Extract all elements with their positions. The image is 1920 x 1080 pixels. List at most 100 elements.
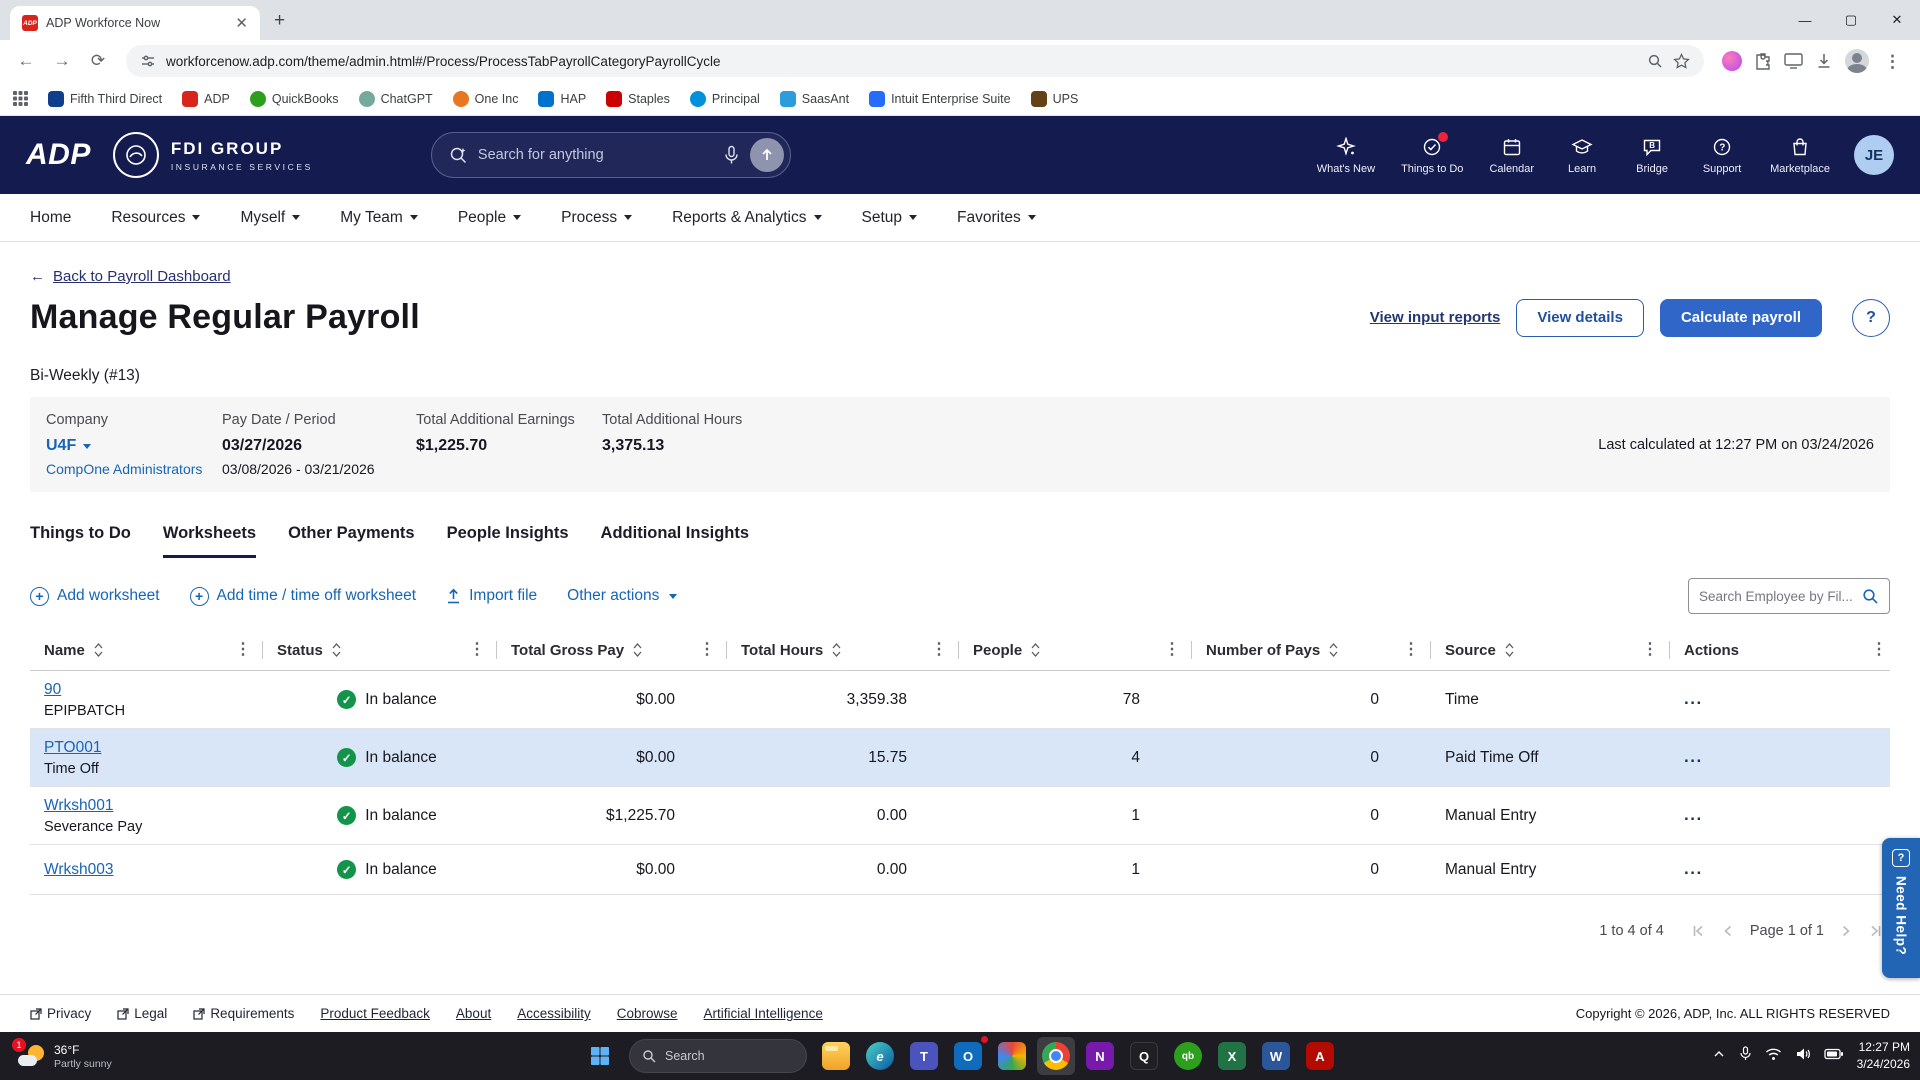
bookmark-chatgpt[interactable]: ChatGPT: [350, 88, 442, 110]
marketplace-button[interactable]: Marketplace: [1770, 136, 1830, 175]
column-menu-icon[interactable]: ⋮: [928, 642, 950, 658]
extensions-puzzle-icon[interactable]: [1754, 52, 1772, 70]
worksheet-link[interactable]: 90: [44, 681, 61, 699]
address-bar[interactable]: workforcenow.adp.com/theme/admin.html#/P…: [126, 45, 1704, 77]
column-menu-icon[interactable]: ⋮: [1161, 642, 1183, 658]
nav-my-team[interactable]: My Team: [340, 209, 418, 227]
calculate-payroll-button[interactable]: Calculate payroll: [1660, 299, 1822, 337]
site-info-icon[interactable]: [140, 53, 156, 69]
search-icon[interactable]: [1862, 588, 1879, 605]
chrome-button[interactable]: [1037, 1037, 1075, 1075]
employee-search-input[interactable]: [1699, 589, 1854, 604]
acrobat-button[interactable]: A: [1301, 1037, 1339, 1075]
nav-home[interactable]: Home: [30, 209, 71, 227]
row-actions-icon[interactable]: ...: [1684, 754, 1890, 761]
support-button[interactable]: ? Support: [1700, 136, 1744, 175]
window-maximize-button[interactable]: ▢: [1828, 0, 1874, 40]
microphone-icon[interactable]: [723, 145, 740, 165]
nav-resources[interactable]: Resources: [111, 209, 200, 227]
nav-favorites[interactable]: Favorites: [957, 209, 1036, 227]
row-actions-icon[interactable]: ...: [1684, 812, 1890, 819]
new-tab-button[interactable]: +: [274, 11, 285, 30]
previous-page-icon[interactable]: [1720, 923, 1736, 939]
wifi-icon[interactable]: [1765, 1047, 1782, 1066]
outlook-button[interactable]: O: [949, 1037, 987, 1075]
browser-tab[interactable]: ADP ADP Workforce Now ✕: [10, 6, 260, 40]
bookmark-hap[interactable]: HAP: [529, 88, 595, 110]
sort-icon[interactable]: [1328, 642, 1339, 658]
column-header-source[interactable]: Source ⋮: [1431, 630, 1670, 670]
bookmark-saasant[interactable]: SaasAnt: [771, 88, 858, 110]
tab-people-insights[interactable]: People Insights: [447, 524, 569, 558]
back-to-payroll-dashboard-link[interactable]: ← Back to Payroll Dashboard: [30, 268, 231, 285]
other-actions-button[interactable]: Other actions: [567, 587, 677, 605]
column-header-name[interactable]: Name ⋮: [30, 630, 263, 670]
bookmark-fifth-third[interactable]: Fifth Third Direct: [39, 88, 171, 110]
word-button[interactable]: W: [1257, 1037, 1295, 1075]
worksheet-link[interactable]: PTO001: [44, 739, 101, 757]
add-time-worksheet-button[interactable]: +Add time / time off worksheet: [190, 587, 417, 606]
reload-icon[interactable]: ⟳: [82, 45, 114, 77]
start-button[interactable]: [581, 1037, 619, 1075]
sort-icon[interactable]: [331, 642, 342, 658]
back-icon[interactable]: ←: [10, 45, 42, 77]
column-header-people[interactable]: People ⋮: [959, 630, 1192, 670]
column-menu-icon[interactable]: ⋮: [696, 642, 718, 658]
column-header-total-gross-pay[interactable]: Total Gross Pay ⋮: [497, 630, 727, 670]
browser-profile-icon[interactable]: [1845, 49, 1869, 73]
sort-icon[interactable]: [632, 642, 643, 658]
nav-setup[interactable]: Setup: [862, 209, 918, 227]
bookmark-one-inc[interactable]: One Inc: [444, 88, 528, 110]
photos-button[interactable]: [993, 1037, 1031, 1075]
footer-privacy-link[interactable]: Privacy: [30, 1006, 91, 1021]
send-to-device-icon[interactable]: [1784, 53, 1803, 69]
edge-button[interactable]: e: [861, 1037, 899, 1075]
footer-about-link[interactable]: About: [456, 1006, 491, 1021]
adp-logo[interactable]: ADP: [26, 138, 91, 172]
need-help-tab[interactable]: ? Need Help?: [1882, 838, 1920, 978]
company-selector[interactable]: U4F: [46, 437, 222, 455]
bookmark-quickbooks[interactable]: QuickBooks: [241, 88, 348, 110]
column-header-number-of-pays[interactable]: Number of Pays ⋮: [1192, 630, 1431, 670]
sort-icon[interactable]: [1504, 642, 1515, 658]
row-actions-icon[interactable]: ...: [1684, 866, 1890, 873]
whats-new-button[interactable]: What's New: [1317, 136, 1375, 175]
calendar-button[interactable]: Calendar: [1489, 136, 1534, 175]
learn-button[interactable]: Learn: [1560, 136, 1604, 175]
view-input-reports-link[interactable]: View input reports: [1370, 309, 1501, 326]
employee-search[interactable]: [1688, 578, 1890, 614]
things-to-do-button[interactable]: Things to Do: [1401, 136, 1463, 175]
tab-other-payments[interactable]: Other Payments: [288, 524, 415, 558]
tab-things-to-do[interactable]: Things to Do: [30, 524, 131, 558]
taskbar-search[interactable]: Search: [629, 1039, 807, 1073]
teams-button[interactable]: T: [905, 1037, 943, 1075]
q-app-button[interactable]: Q: [1125, 1037, 1163, 1075]
bookmark-intuit[interactable]: Intuit Enterprise Suite: [860, 88, 1020, 110]
first-page-icon[interactable]: [1690, 923, 1706, 939]
row-actions-icon[interactable]: ...: [1684, 696, 1890, 703]
tab-worksheets[interactable]: Worksheets: [163, 524, 256, 558]
downloads-icon[interactable]: [1815, 52, 1833, 70]
company-admin-link[interactable]: CompOne Administrators: [46, 461, 222, 477]
nav-myself[interactable]: Myself: [240, 209, 300, 227]
pink-extension-icon[interactable]: [1722, 51, 1742, 71]
onenote-button[interactable]: N: [1081, 1037, 1119, 1075]
column-menu-icon[interactable]: ⋮: [466, 642, 488, 658]
view-details-button[interactable]: View details: [1516, 299, 1644, 337]
browser-menu-icon[interactable]: ⋮: [1881, 53, 1904, 70]
sort-icon[interactable]: [831, 642, 842, 658]
user-avatar[interactable]: JE: [1854, 135, 1894, 175]
tab-additional-insights[interactable]: Additional Insights: [601, 524, 750, 558]
next-page-icon[interactable]: [1838, 923, 1854, 939]
sort-icon[interactable]: [93, 642, 104, 658]
footer-product-feedback-link[interactable]: Product Feedback: [320, 1006, 430, 1021]
search-submit-button[interactable]: [750, 138, 784, 172]
global-search[interactable]: [431, 132, 791, 178]
bookmark-principal[interactable]: Principal: [681, 88, 769, 110]
footer-accessibility-link[interactable]: Accessibility: [517, 1006, 591, 1021]
bookmark-star-icon[interactable]: [1673, 53, 1690, 70]
footer-cobrowse-link[interactable]: Cobrowse: [617, 1006, 678, 1021]
quickbooks-button[interactable]: qb: [1169, 1037, 1207, 1075]
apps-grid-icon[interactable]: [12, 90, 29, 107]
tray-expand-icon[interactable]: [1712, 1047, 1726, 1066]
